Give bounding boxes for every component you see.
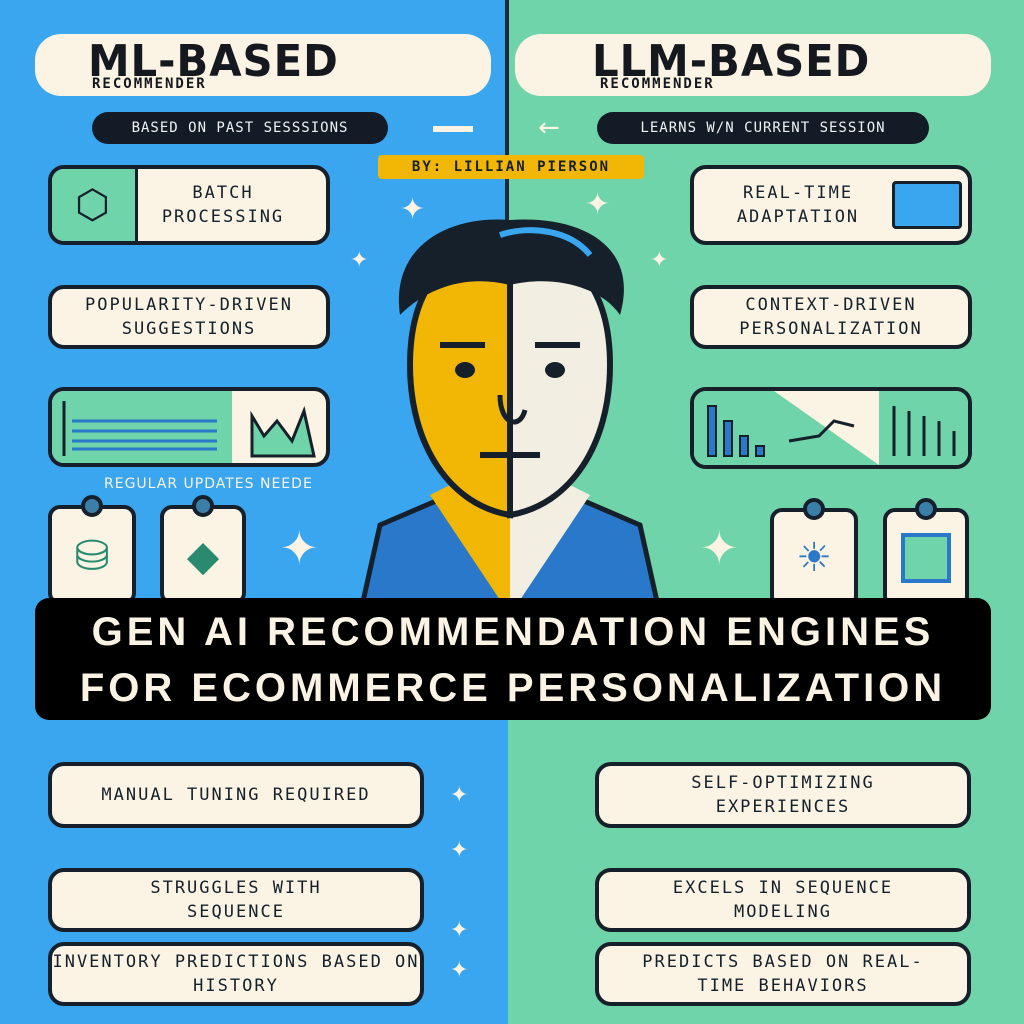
llm-tagline: LEARNS W/N CURRENT SESSION — [597, 112, 929, 144]
regular-updates-text: REGULAR UPDATES NEEDE — [104, 476, 313, 492]
ml-tagline: BASED ON PAST SESSSIONS — [92, 112, 388, 144]
sparkle-icon: ✦ — [400, 192, 426, 227]
byline: BY: LILLIAN PIERSON — [378, 155, 644, 179]
llm-subtitle: RECOMMENDER — [600, 76, 715, 92]
real-time-card: REAL-TIME ADAPTATION — [690, 165, 972, 245]
manual-tuning-card: MANUAL TUNING REQUIRED — [48, 762, 424, 828]
arrow-left-icon: ← — [538, 113, 560, 143]
predicts-card: PREDICTS BASED ON REAL-TIME BEHAVIORS — [595, 942, 971, 1006]
chip-icon — [883, 498, 969, 608]
sparkle-icon: ✦ — [450, 838, 469, 863]
cube-icon: ⬡ — [52, 169, 138, 241]
chart-card — [48, 387, 330, 467]
bar-chart-icon — [52, 391, 316, 463]
bar-chart-icon — [694, 391, 968, 465]
line-chart-icon — [250, 405, 316, 458]
right-eye — [545, 362, 565, 378]
popularity-card: POPULARITY-DRIVEN SUGGESTIONS — [48, 285, 330, 349]
sparkle-icon: ✦ — [350, 248, 369, 273]
gem-icon: ◆ — [160, 495, 246, 605]
ml-subtitle: RECOMMENDER — [92, 76, 207, 92]
excels-card: EXCELS IN SEQUENCE MODELING — [595, 868, 971, 932]
sparkle-icon: ✦ — [280, 521, 319, 575]
batch-processing-label: BATCH PROCESSING — [161, 183, 285, 227]
dash-icon — [433, 126, 473, 132]
batch-processing-card: ⬡ BATCH PROCESSING — [48, 165, 330, 245]
database-icon: ⛁ — [48, 495, 136, 605]
context-card: CONTEXT-DRIVEN PERSONALIZATION — [690, 285, 972, 349]
sparkle-icon: ✦ — [650, 248, 669, 273]
right-chart-card — [690, 387, 972, 469]
sparkle-icon: ✦ — [450, 783, 469, 808]
face-illustration — [357, 219, 663, 615]
title-banner: GEN AI RECOMMENDATION ENGINES FOR ECOMME… — [35, 598, 991, 720]
banner-line-2: FOR ECOMMERCE PERSONALIZATION — [79, 666, 947, 710]
sparkle-icon: ✦ — [450, 958, 469, 983]
struggles-card: STRUGGLES WITH SEQUENCE — [48, 868, 424, 932]
left-eye — [455, 362, 475, 378]
sparkle-icon: ✦ — [450, 918, 469, 943]
real-time-label: REAL-TIME ADAPTATION — [736, 183, 860, 227]
sparkle-icon: ✦ — [700, 521, 739, 575]
inventory-card: INVENTORY PREDICTIONS BASED ON HISTORY — [48, 942, 424, 1006]
banner-line-1: GEN AI RECOMMENDATION ENGINES — [91, 610, 935, 654]
self-optimizing-card: SELF-OPTIMIZING EXPERIENCES — [595, 762, 971, 828]
lightbulb-icon: ☀ — [770, 498, 858, 608]
window-icon — [892, 181, 962, 229]
sparkle-icon: ✦ — [585, 187, 611, 222]
